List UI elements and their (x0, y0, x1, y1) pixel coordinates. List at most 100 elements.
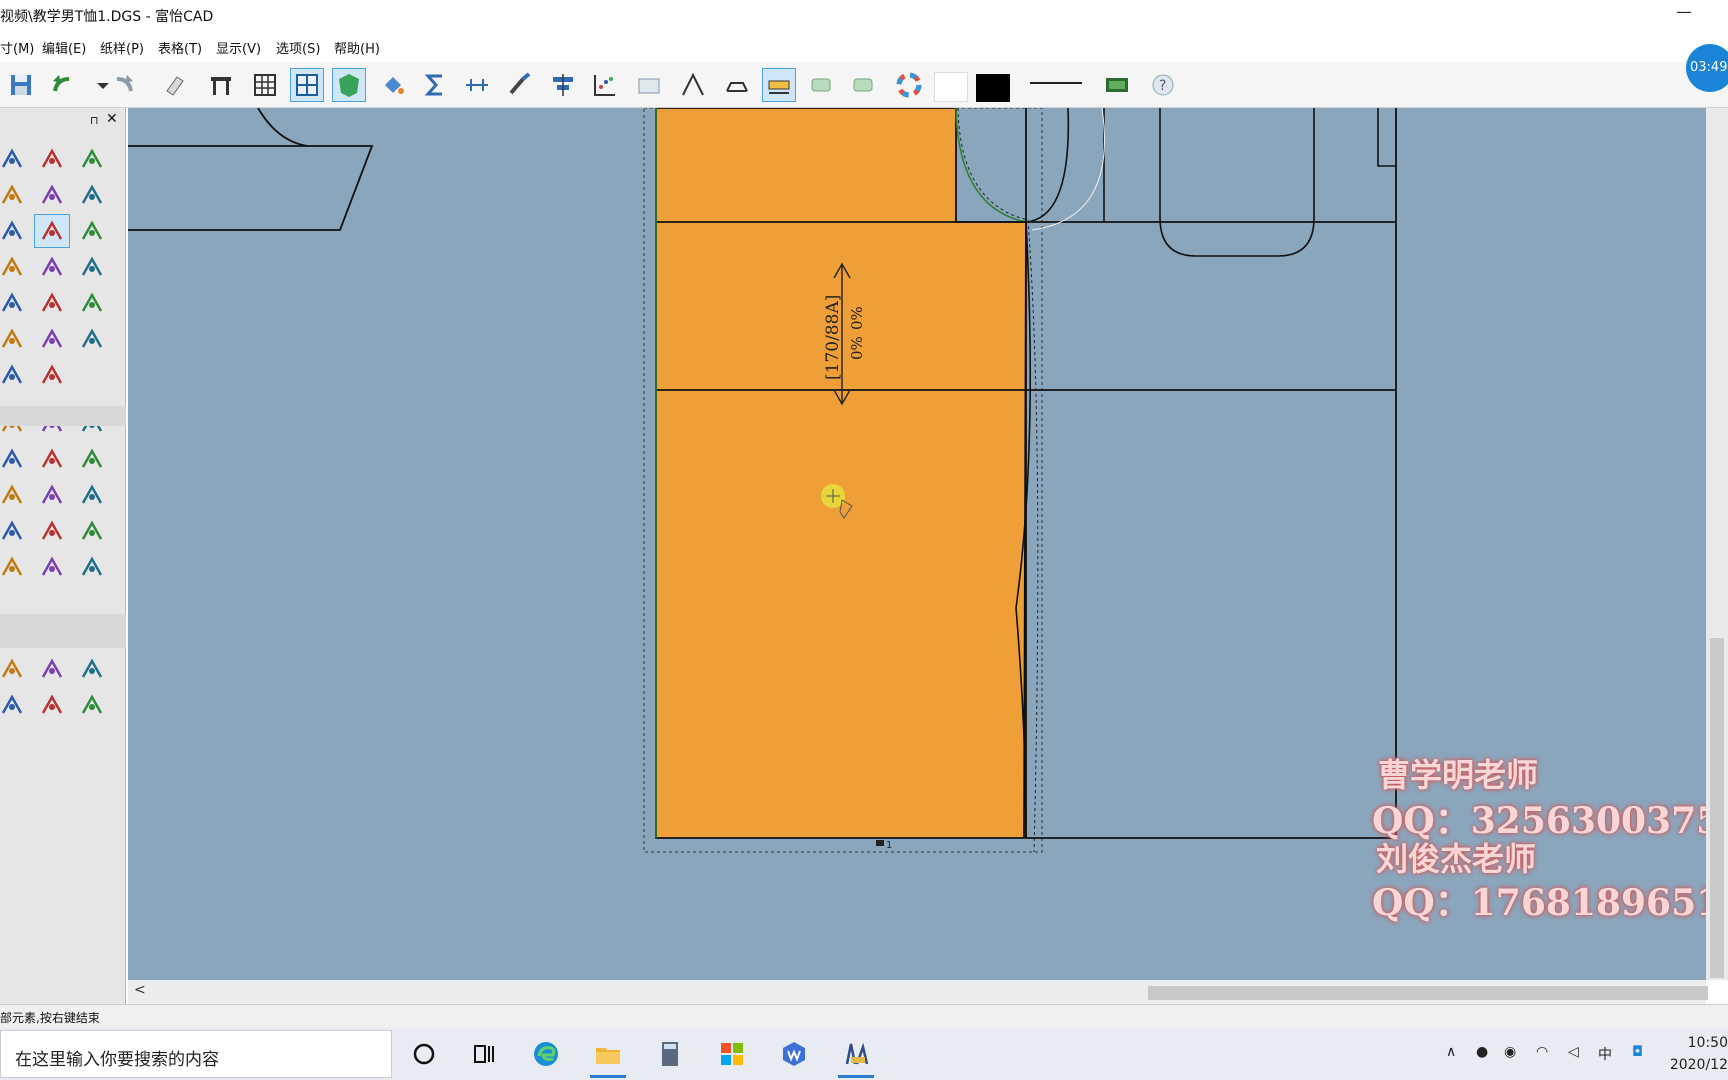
wifi-icon[interactable]: ◠ (1536, 1044, 1548, 1060)
link-icon-glyph (1, 364, 23, 384)
dim-line-icon[interactable] (0, 652, 30, 686)
ime-indicator[interactable]: 中 (1598, 1044, 1612, 1064)
fold-icon[interactable] (720, 68, 754, 102)
calculator-icon[interactable] (650, 1036, 690, 1072)
seam-icon[interactable] (74, 514, 110, 548)
slant-piece-icon[interactable] (0, 514, 30, 548)
collar-icon[interactable] (34, 478, 70, 512)
sigma-icon[interactable] (418, 68, 452, 102)
office-icon[interactable] (712, 1036, 752, 1072)
fill-color-swatch[interactable] (934, 72, 968, 102)
fold-piece-icon[interactable] (34, 322, 70, 356)
pin-icon[interactable]: ⊓ (90, 114, 99, 127)
menu-table[interactable]: 表格(T) (158, 38, 202, 57)
layout-icon[interactable] (34, 550, 70, 584)
cut-line-icon[interactable] (34, 178, 70, 212)
front-piece-fill (655, 108, 1027, 839)
mirror-icon[interactable] (0, 286, 30, 320)
dart-icon[interactable] (0, 478, 30, 512)
task-view-icon[interactable] (464, 1036, 504, 1072)
redo-icon[interactable] (106, 68, 140, 102)
wps-icon[interactable] (774, 1036, 814, 1072)
volume-icon[interactable]: ◁ (1568, 1044, 1579, 1060)
help-icon[interactable]: ? (1146, 68, 1180, 102)
shield-icon[interactable] (332, 68, 366, 102)
spiral-icon[interactable] (74, 322, 110, 356)
line-style-dropdown[interactable] (1030, 82, 1082, 84)
rect-toggle-icon[interactable] (804, 68, 838, 102)
qq-tray-icon[interactable]: ◉ (1504, 1044, 1516, 1060)
drill-icon[interactable] (34, 514, 70, 548)
point-icon[interactable] (0, 178, 30, 212)
menu-options[interactable]: 选项(S) (276, 38, 320, 57)
close-panel-button[interactable]: ✕ (106, 111, 118, 127)
edge-browser-icon[interactable] (526, 1036, 566, 1072)
corner-icon[interactable] (0, 688, 30, 722)
pocket-tool-icon[interactable] (74, 478, 110, 512)
film-icon[interactable] (1100, 68, 1134, 102)
rect-arrow-icon[interactable] (74, 286, 110, 320)
brush-plus-icon[interactable] (74, 250, 110, 284)
paint-bucket-icon[interactable] (376, 68, 410, 102)
button-icon[interactable] (34, 442, 70, 476)
pencil-icon[interactable] (74, 142, 110, 176)
tuck-icon[interactable] (0, 550, 30, 584)
vertical-scroll-thumb[interactable] (1710, 638, 1724, 978)
measure-icon[interactable] (676, 68, 710, 102)
tag-icon[interactable] (74, 214, 110, 248)
menu-edit[interactable]: 编辑(E) (42, 38, 86, 57)
scatter-icon[interactable] (588, 68, 622, 102)
vertical-scrollbar[interactable] (1706, 108, 1728, 980)
menu-view[interactable]: 显示(V) (216, 38, 261, 57)
table-frame-icon[interactable] (204, 68, 238, 102)
bottle-icon[interactable] (0, 322, 30, 356)
curve-icon[interactable] (0, 214, 30, 248)
bar-layout-icon[interactable] (762, 68, 796, 102)
sun-icon[interactable] (846, 68, 880, 102)
scroll-left-icon[interactable]: < (134, 982, 146, 998)
link-break-icon[interactable] (34, 358, 70, 392)
brush-icon[interactable] (502, 68, 536, 102)
menu-pattern[interactable]: 纸样(P) (100, 38, 144, 57)
drawing-canvas[interactable]: [170/88A] 0% 0% 1 曹学明老师 QQ：3256300375 刘俊… (128, 108, 1716, 980)
smart-pen-icon[interactable] (0, 142, 30, 176)
line-arrow-icon[interactable] (74, 178, 110, 212)
file-explorer-icon[interactable] (588, 1036, 628, 1078)
menu-file[interactable]: 寸(M) (0, 38, 34, 57)
fuyi-cad-app-icon[interactable] (836, 1036, 876, 1078)
eraser-icon[interactable] (158, 68, 192, 102)
scissors-icon[interactable] (34, 214, 70, 248)
link-icon[interactable] (0, 358, 30, 392)
rotate-icon[interactable] (34, 286, 70, 320)
cortana-icon[interactable] (404, 1036, 444, 1072)
undo-icon[interactable] (46, 68, 80, 102)
microphone-icon[interactable]: ● (1476, 1044, 1488, 1060)
system-clock[interactable]: 10:50 2020/12 (1670, 1032, 1728, 1076)
curve-node-icon[interactable] (74, 550, 110, 584)
shape-split-icon[interactable] (34, 652, 70, 686)
minimize-button[interactable]: — (1676, 2, 1692, 21)
color-wheel-icon[interactable] (892, 68, 926, 102)
line-color-swatch[interactable] (976, 74, 1010, 102)
horizontal-scrollbar[interactable]: < (128, 980, 1708, 1004)
stack-icon[interactable] (632, 68, 666, 102)
angle-icon[interactable] (74, 688, 110, 722)
save-icon[interactable] (4, 68, 38, 102)
grid-icon[interactable] (248, 68, 282, 102)
compass-icon-glyph (41, 256, 63, 276)
compass-icon[interactable] (34, 250, 70, 284)
horizontal-scroll-thumb[interactable] (1148, 986, 1708, 1000)
menu-help[interactable]: 帮助(H) (334, 38, 380, 57)
taskbar-search-box[interactable]: 在这里输入你要搜索的内容 (0, 1030, 392, 1078)
node-icon[interactable] (0, 250, 30, 284)
arc-icon[interactable] (74, 652, 110, 686)
pleat-icon[interactable] (0, 442, 30, 476)
ime-mode-icon[interactable]: ◘ (1632, 1044, 1643, 1060)
adjust-icon[interactable] (34, 142, 70, 176)
ruler-icon[interactable] (460, 68, 494, 102)
align-icon[interactable] (546, 68, 580, 102)
measure-tool-icon[interactable] (74, 442, 110, 476)
view-window-icon[interactable] (290, 68, 324, 102)
tray-chevron-icon[interactable]: ∧ (1446, 1044, 1456, 1060)
knife-icon[interactable] (34, 688, 70, 722)
